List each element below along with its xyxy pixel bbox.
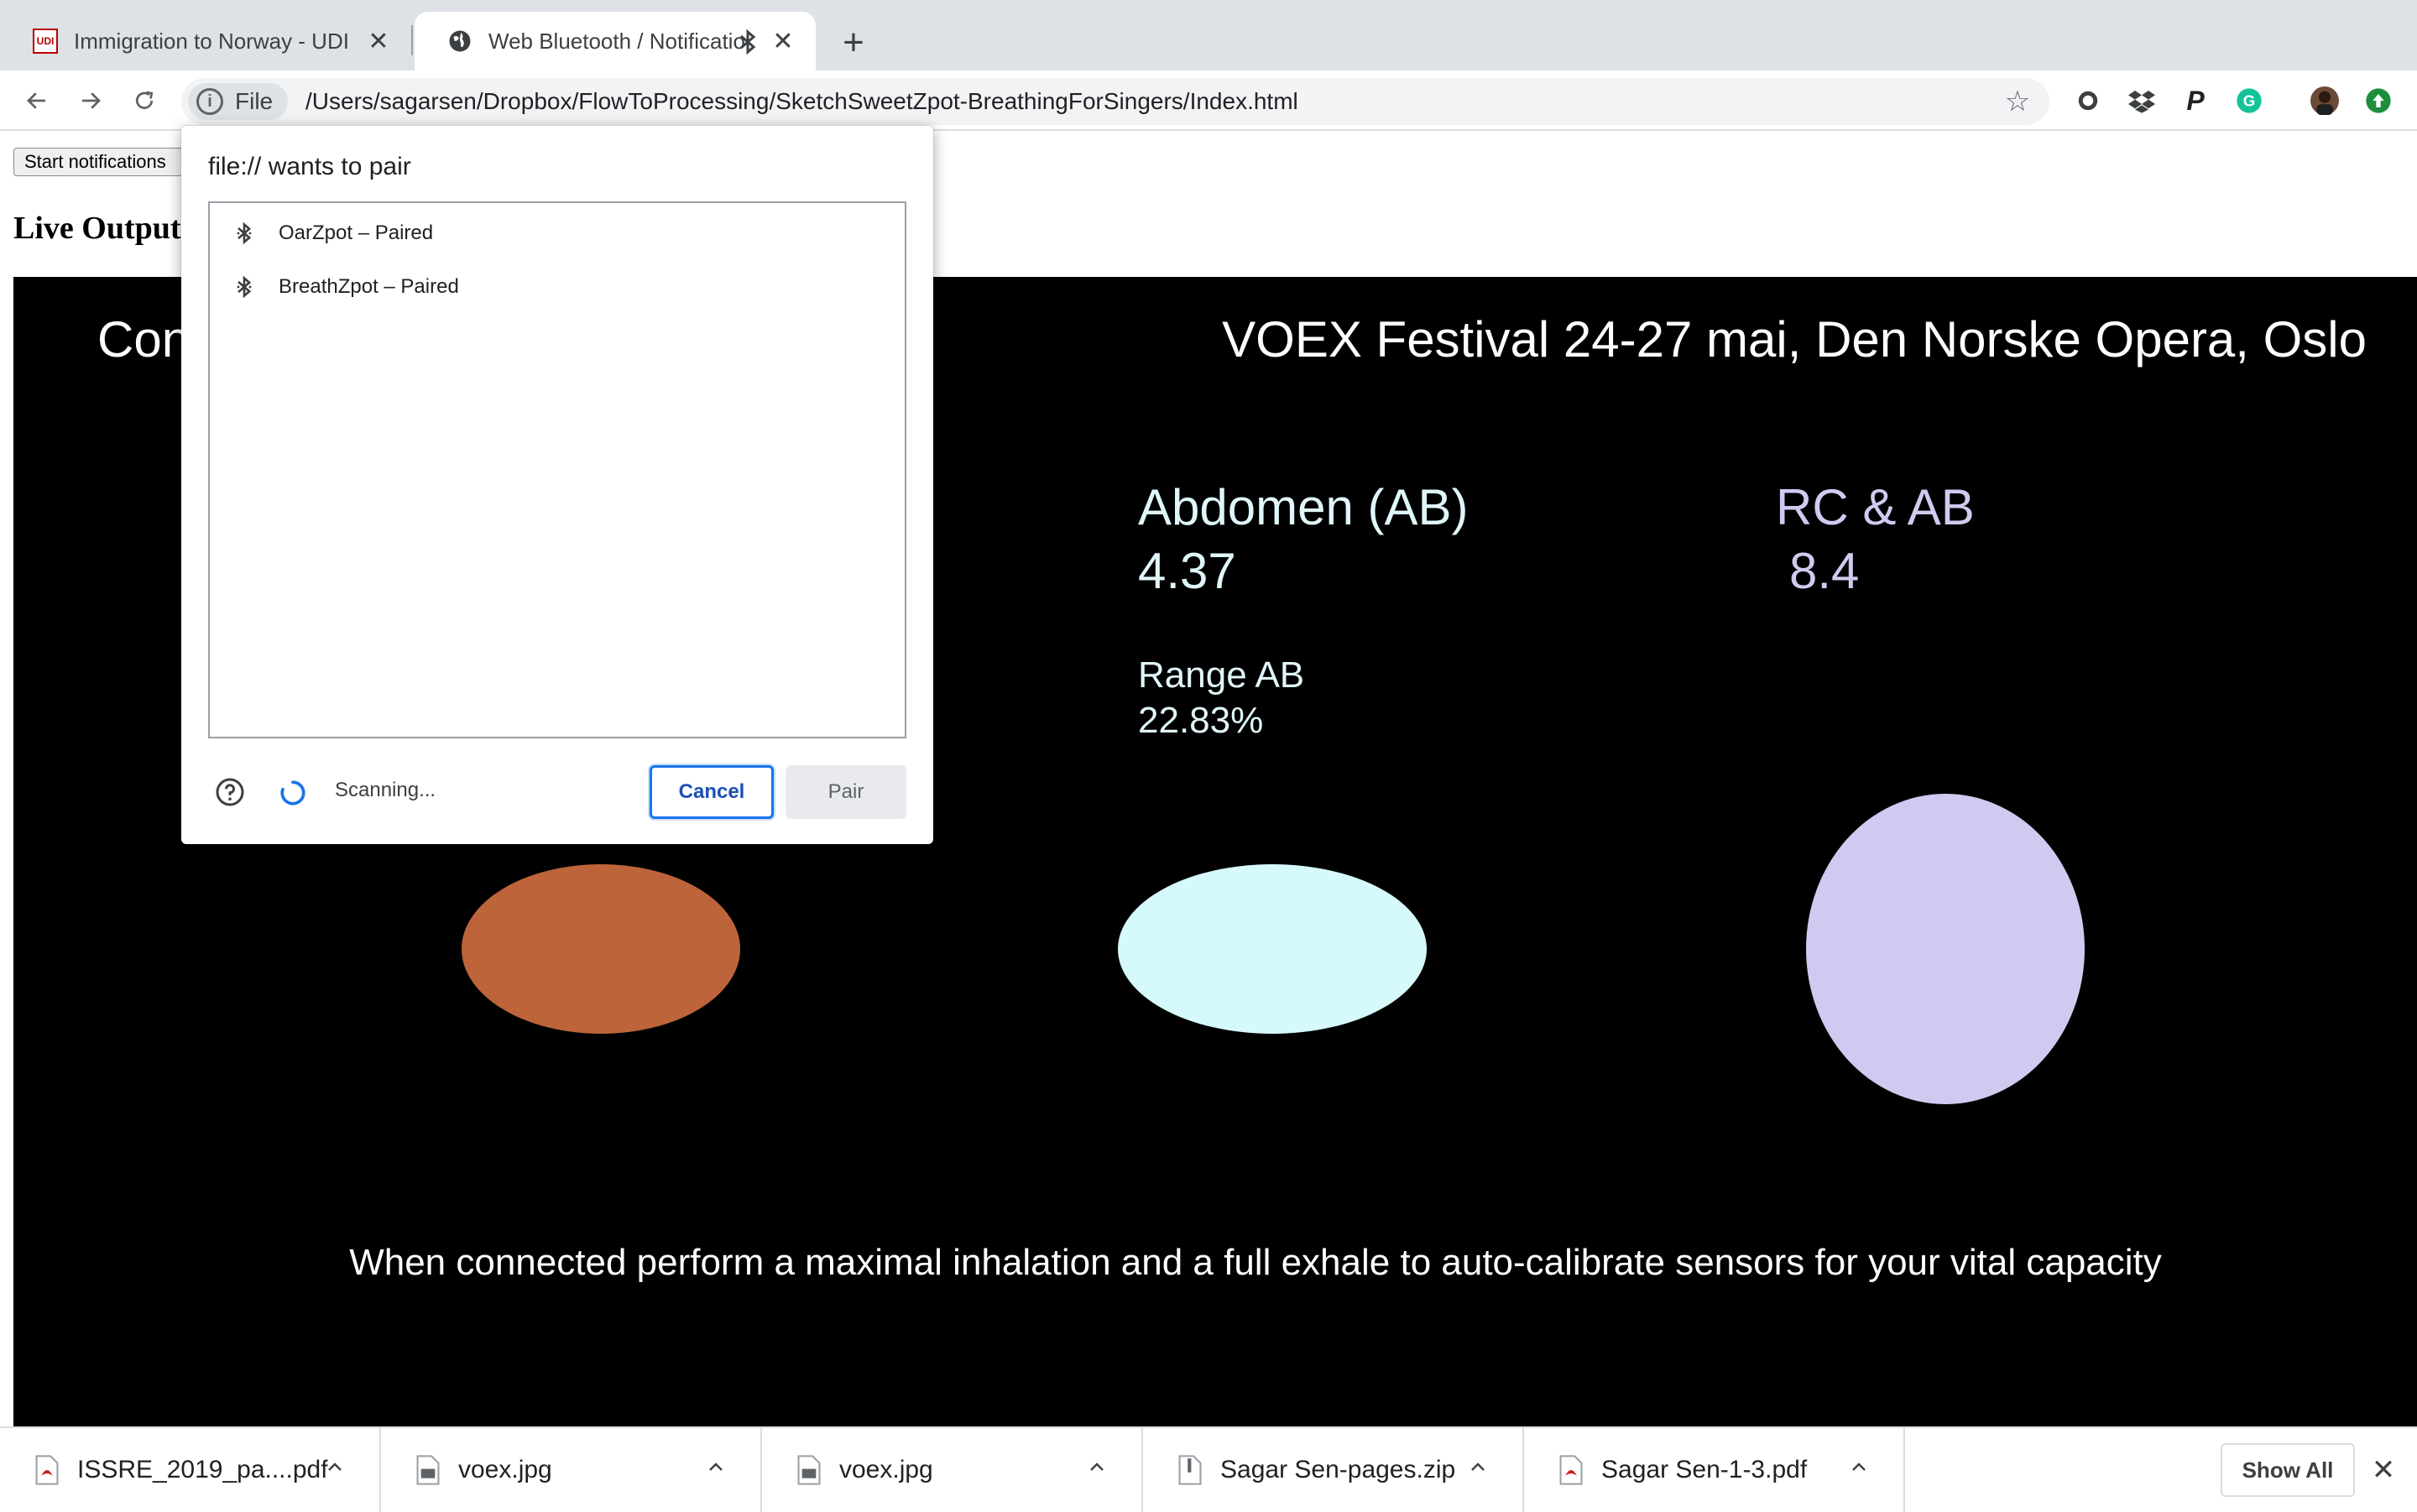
cancel-button[interactable]: Cancel (650, 765, 774, 819)
reload-button[interactable] (124, 81, 164, 121)
site-info-chip[interactable]: i File (188, 83, 289, 120)
svg-text:G: G (2243, 92, 2256, 110)
pdf-file-icon (35, 1455, 59, 1485)
address-bar[interactable]: i File /Users/sagarsen/Dropbox/FlowToPro… (181, 78, 2049, 125)
dropbox-icon[interactable] (2125, 84, 2159, 117)
image-file-icon (797, 1455, 821, 1485)
tab-separator (411, 25, 413, 55)
abdomen-value: 4.37 (1138, 543, 1236, 599)
tab-title: Web Bluetooth / Notifications (488, 28, 749, 54)
device-list: OarZpot – Paired BreathZpot – Paired (208, 201, 906, 738)
image-file-icon (416, 1455, 440, 1485)
close-icon[interactable]: ✕ (364, 27, 393, 55)
tab-udi[interactable]: UDI Immigration to Norway - UDI ✕ (0, 12, 411, 70)
download-filename: voex.jpg (458, 1456, 552, 1483)
bluetooth-icon (232, 274, 257, 300)
download-item[interactable]: Sagar Sen-pages.zip (1143, 1428, 1524, 1512)
download-filename: ISSRE_2019_pa....pdf (77, 1456, 328, 1483)
device-label: OarZpot – Paired (279, 222, 434, 244)
rc-ellipse (462, 864, 740, 1034)
forward-button[interactable] (70, 81, 111, 121)
download-item[interactable]: ISSRE_2019_pa....pdf (0, 1428, 381, 1512)
rc-ab-value: 8.4 (1789, 543, 1860, 599)
chevron-up-icon[interactable] (1846, 1455, 1871, 1480)
update-icon[interactable] (2362, 84, 2395, 117)
rc-ab-label: RC & AB (1776, 479, 1975, 535)
site-chip-label: File (235, 88, 274, 114)
info-icon: i (196, 88, 223, 115)
close-icon[interactable]: ✕ (2367, 1453, 2400, 1487)
bluetooth-pair-dialog: file:// wants to pair OarZpot – Paired B… (181, 126, 933, 844)
paypal-icon[interactable]: P (2179, 84, 2212, 117)
spinner-icon (279, 779, 307, 807)
help-icon[interactable] (215, 777, 245, 807)
canvas-title-left: Con (97, 311, 191, 368)
calibration-instruction: When connected perform a maximal inhalat… (349, 1242, 2162, 1283)
download-item[interactable]: voex.jpg (381, 1428, 762, 1512)
abdomen-ellipse (1118, 864, 1427, 1034)
scanning-status: Scanning... (335, 779, 436, 801)
bookmark-star-icon[interactable]: ☆ (2001, 85, 2034, 118)
tab-strip: UDI Immigration to Norway - UDI ✕ Web Bl… (0, 0, 2417, 70)
download-shelf: ISSRE_2019_pa....pdf voex.jpg voex.jpg S… (0, 1426, 2417, 1512)
abdomen-label: Abdomen (AB) (1138, 479, 1469, 535)
url-text[interactable]: /Users/sagarsen/Dropbox/FlowToProcessing… (305, 88, 1298, 115)
download-filename: Sagar Sen-pages.zip (1220, 1456, 1456, 1483)
device-item-oarzpot[interactable]: OarZpot – Paired (210, 206, 905, 260)
chevron-up-icon[interactable] (703, 1455, 728, 1480)
range-ab-label: Range AB (1138, 654, 1305, 696)
chevron-up-icon[interactable] (1465, 1455, 1490, 1480)
dialog-heading: file:// wants to pair (208, 153, 411, 180)
tab-title: Immigration to Norway - UDI (74, 28, 349, 54)
device-label: BreathZpot – Paired (279, 275, 459, 298)
chevron-up-icon[interactable] (322, 1455, 347, 1480)
download-filename: voex.jpg (839, 1456, 933, 1483)
globe-icon (446, 28, 473, 55)
tab-web-bluetooth[interactable]: Web Bluetooth / Notifications ✕ (415, 12, 816, 70)
new-tab-button[interactable]: + (833, 22, 874, 64)
pdf-file-icon (1559, 1455, 1583, 1485)
pair-button[interactable]: Pair (786, 765, 906, 819)
rc-ab-ellipse (1806, 794, 2085, 1104)
live-output-heading: Live Output (13, 211, 181, 246)
download-item[interactable]: Sagar Sen-1-3.pdf (1524, 1428, 1905, 1512)
back-button[interactable] (17, 81, 57, 121)
show-all-button[interactable]: Show All (2221, 1443, 2355, 1497)
range-ab-value: 22.83% (1138, 700, 1264, 741)
udi-logo-icon: UDI (32, 28, 59, 55)
close-icon[interactable]: ✕ (769, 27, 797, 55)
canvas-title-right: VOEX Festival 24-27 mai, Den Norske Oper… (1222, 311, 2367, 368)
start-notifications-button[interactable]: Start notifications (13, 148, 206, 176)
grammarly-icon[interactable]: G (2232, 84, 2266, 117)
avatar[interactable] (2308, 84, 2341, 117)
device-item-breathzpot[interactable]: BreathZpot – Paired (210, 260, 905, 314)
dialog-footer: Scanning... Cancel Pair (181, 764, 933, 821)
zip-file-icon (1178, 1455, 1202, 1485)
chevron-up-icon[interactable] (1084, 1455, 1109, 1480)
bluetooth-icon (739, 29, 757, 61)
download-filename: Sagar Sen-1-3.pdf (1601, 1456, 1808, 1483)
browser-toolbar: i File /Users/sagarsen/Dropbox/FlowToPro… (0, 70, 2417, 131)
bluetooth-icon (232, 221, 257, 246)
extension-circle-icon[interactable] (2071, 84, 2105, 117)
download-item[interactable]: voex.jpg (762, 1428, 1143, 1512)
